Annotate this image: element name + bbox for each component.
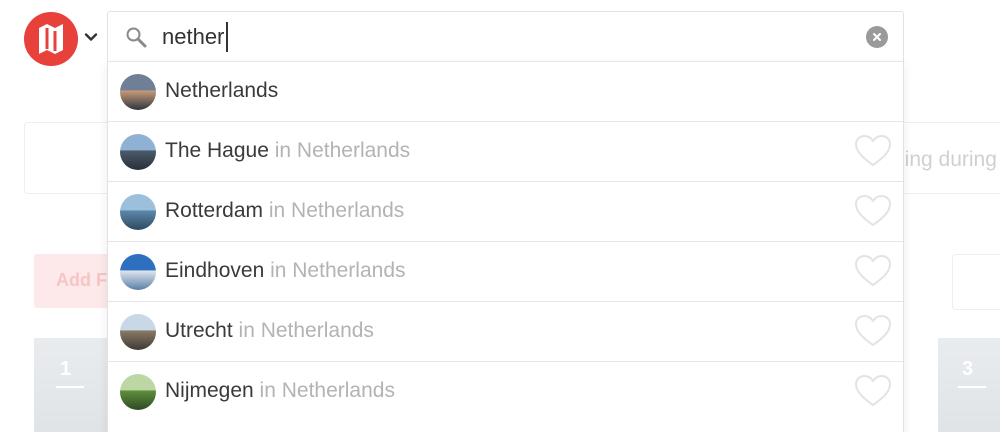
result-name: Nijmegen: [165, 379, 254, 402]
search-result-item[interactable]: Nijmegen in Netherlands: [108, 361, 903, 421]
result-label: Utrecht in Netherlands: [165, 302, 374, 362]
map-logo-icon: [39, 24, 63, 54]
result-country: in Netherlands: [263, 199, 405, 222]
search-result-item[interactable]: Utrecht in Netherlands: [108, 301, 903, 361]
text-caret: [226, 22, 228, 52]
heart-icon[interactable]: [854, 194, 892, 228]
clear-search-button[interactable]: [866, 26, 888, 48]
result-name: Netherlands: [165, 79, 279, 102]
day-tile-3[interactable]: 3: [938, 338, 1000, 432]
background-hint-text: ling during: [900, 148, 997, 171]
heart-icon[interactable]: [854, 314, 892, 348]
chevron-down-icon[interactable]: [84, 30, 98, 44]
search-result-item[interactable]: Rotterdam in Netherlands: [108, 181, 903, 241]
search-input[interactable]: [162, 22, 822, 52]
add-place-button-label: Add F: [56, 270, 107, 290]
result-name: Utrecht: [165, 319, 233, 342]
result-label: The Hague in Netherlands: [165, 122, 410, 182]
result-name: The Hague: [165, 139, 269, 162]
search-icon: [126, 27, 147, 48]
search-results-dropdown: Netherlands The Hague in Netherlands Rotte…: [107, 61, 904, 432]
result-country: in Netherlands: [268, 139, 411, 162]
place-thumbnail: [120, 74, 156, 110]
search-result-item[interactable]: Eindhoven in Netherlands: [108, 241, 903, 301]
day-tile-number: 1: [60, 358, 72, 380]
place-thumbnail: [120, 194, 156, 230]
search-result-item[interactable]: The Hague in Netherlands: [108, 121, 903, 181]
result-label: Eindhoven in Netherlands: [165, 242, 406, 302]
place-thumbnail: [120, 374, 156, 410]
result-country: in Netherlands: [253, 379, 395, 402]
result-country: in Netherlands: [264, 259, 406, 282]
heart-icon[interactable]: [854, 254, 892, 288]
heart-icon[interactable]: [854, 374, 892, 408]
day-tile-number: 3: [962, 358, 974, 380]
search-result-item[interactable]: Netherlands: [108, 61, 903, 121]
background-right-box: [952, 254, 1000, 310]
result-country: in Netherlands: [232, 319, 374, 342]
day-tile-1[interactable]: 1: [34, 338, 114, 432]
place-thumbnail: [120, 254, 156, 290]
place-thumbnail: [120, 314, 156, 350]
result-name: Rotterdam: [165, 199, 264, 222]
result-label: Rotterdam in Netherlands: [165, 182, 404, 242]
place-thumbnail: [120, 134, 156, 170]
heart-icon[interactable]: [854, 134, 892, 168]
result-name: Eindhoven: [165, 259, 265, 282]
close-icon: [873, 33, 881, 41]
page: ling during Add F 1 3 Netherlands The Hag…: [0, 0, 1000, 432]
result-label: Nijmegen in Netherlands: [165, 362, 395, 422]
app-logo[interactable]: [24, 12, 78, 66]
result-label: Netherlands: [165, 62, 278, 122]
